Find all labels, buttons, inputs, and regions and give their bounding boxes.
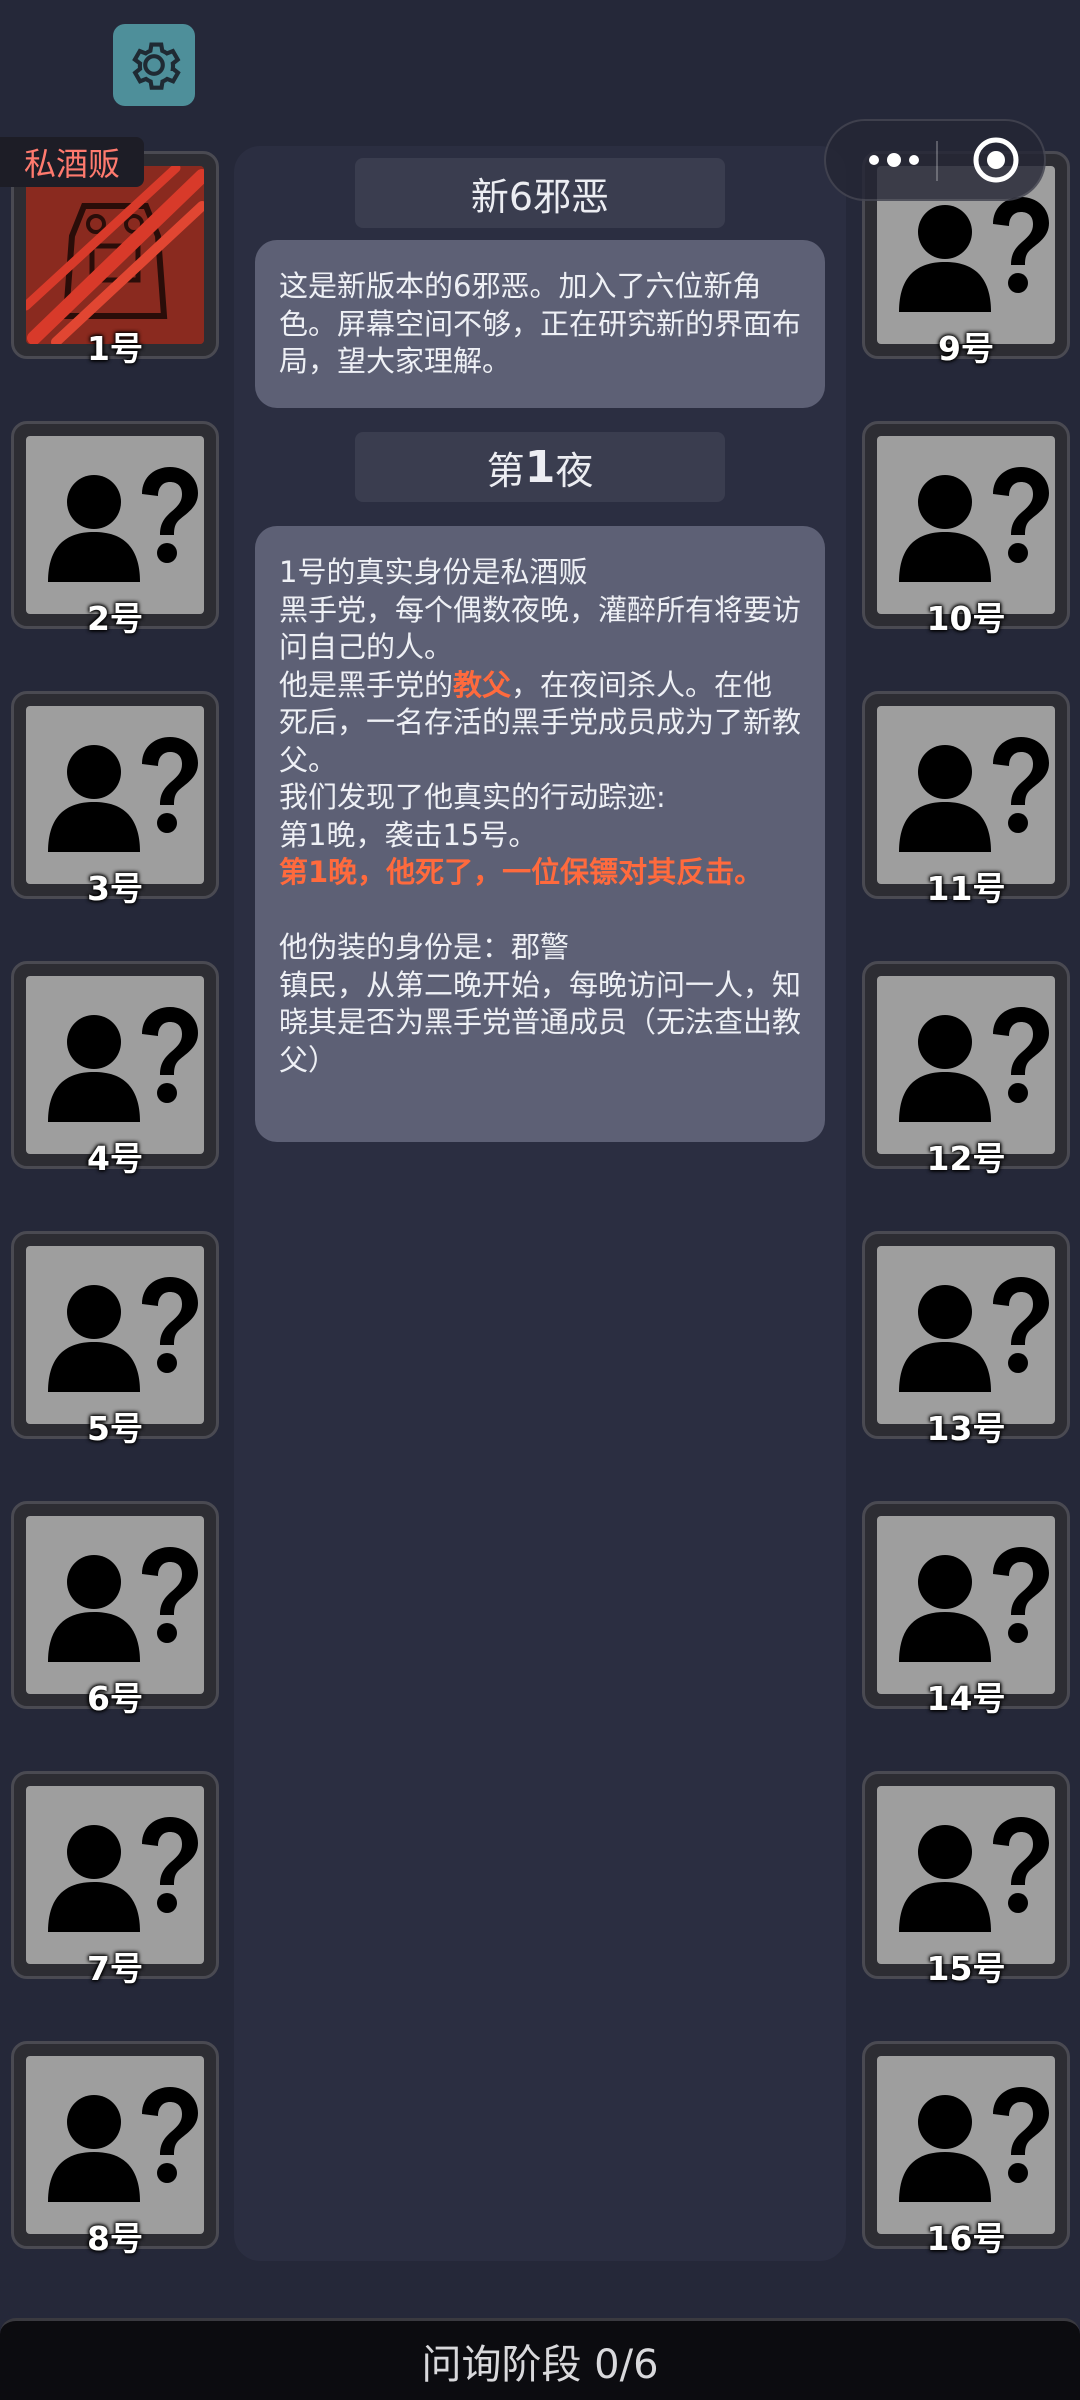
unknown-person-icon bbox=[877, 1786, 1055, 1964]
player-card-15[interactable]: 15号 bbox=[862, 1771, 1070, 1988]
night-text-c: 他伪装的身份是：郡警 镇民，从第二晚开始，每晚访问一人，知晓其是否为黑手党普通成… bbox=[279, 930, 802, 1077]
player-card-13[interactable]: 13号 bbox=[862, 1231, 1070, 1448]
unknown-person-icon bbox=[877, 1516, 1055, 1694]
intro-title-text: 新6邪恶 bbox=[470, 174, 610, 219]
player-card-16[interactable]: 16号 bbox=[862, 2041, 1070, 2258]
unknown-person-icon bbox=[26, 976, 204, 1154]
night-message: 1号的真实身份是私酒贩 黑手党，每个偶数夜晚，灌醉所有将要访问自己的人。 他是黑… bbox=[255, 526, 825, 1142]
unknown-person-icon bbox=[877, 1246, 1055, 1424]
target-circle-icon bbox=[973, 137, 1019, 183]
player-card-10[interactable]: 10号 bbox=[862, 421, 1070, 638]
unknown-person-icon bbox=[26, 1246, 204, 1424]
player-card-5[interactable]: 5号 bbox=[11, 1231, 219, 1448]
unknown-person-icon bbox=[26, 436, 204, 614]
unknown-person-icon bbox=[877, 706, 1055, 884]
miniprogram-capsule bbox=[824, 119, 1046, 201]
player-card-6[interactable]: 6号 bbox=[11, 1501, 219, 1718]
player-number-label: 14号 bbox=[926, 1679, 1006, 1718]
night-title-number: 1 bbox=[524, 441, 556, 493]
night-title-suffix: 夜 bbox=[555, 448, 594, 493]
player-number-label: 5号 bbox=[87, 1409, 143, 1448]
night-title: 第1夜 bbox=[355, 432, 725, 502]
player-number-label: 1号 bbox=[87, 329, 143, 368]
more-button[interactable] bbox=[854, 121, 934, 199]
capsule-divider bbox=[936, 141, 938, 181]
phase-text: 问询阶段 0/6 bbox=[421, 2341, 659, 2388]
player-number-label: 2号 bbox=[87, 599, 143, 638]
player-card-14[interactable]: 14号 bbox=[862, 1501, 1070, 1718]
player-card-8[interactable]: 8号 bbox=[11, 2041, 219, 2258]
unknown-person-icon bbox=[26, 2056, 204, 2234]
role-highlight: 教父 bbox=[453, 667, 512, 702]
player-number-label: 11号 bbox=[926, 869, 1006, 908]
player-number-label: 8号 bbox=[87, 2219, 143, 2258]
intro-title: 新6邪恶 bbox=[355, 158, 725, 228]
player-card-11[interactable]: 11号 bbox=[862, 691, 1070, 908]
intro-text: 这是新版本的6邪恶。加入了六位新角色。屏幕空间不够，正在研究新的界面布局，望大家… bbox=[279, 269, 802, 378]
role-tag: 私酒贩 bbox=[0, 137, 144, 187]
player-card-3[interactable]: 3号 bbox=[11, 691, 219, 908]
player-card-12[interactable]: 12号 bbox=[862, 961, 1070, 1178]
player-number-label: 9号 bbox=[938, 329, 994, 368]
player-number-label: 10号 bbox=[926, 599, 1006, 638]
intro-message: 这是新版本的6邪恶。加入了六位新角色。屏幕空间不够，正在研究新的界面布局，望大家… bbox=[255, 240, 825, 408]
player-number-label: 3号 bbox=[87, 869, 143, 908]
player-number-label: 16号 bbox=[926, 2219, 1006, 2258]
player-number-label: 15号 bbox=[926, 1949, 1006, 1988]
phase-status-bar: 问询阶段 0/6 bbox=[0, 2318, 1080, 2400]
player-number-label: 7号 bbox=[87, 1949, 143, 1988]
unknown-person-icon bbox=[877, 436, 1055, 614]
player-number-label: 13号 bbox=[926, 1409, 1006, 1448]
player-card-7[interactable]: 7号 bbox=[11, 1771, 219, 1988]
close-button[interactable] bbox=[956, 121, 1036, 199]
death-note: 第1晚，他死了，一位保镖对其反击。 bbox=[279, 855, 764, 889]
unknown-person-icon bbox=[877, 976, 1055, 1154]
unknown-person-icon bbox=[26, 1516, 204, 1694]
settings-button[interactable] bbox=[113, 24, 195, 106]
gear-icon bbox=[132, 42, 181, 90]
bootlegger-role-icon bbox=[26, 166, 204, 344]
more-dots-icon bbox=[869, 153, 919, 167]
player-number-label: 4号 bbox=[87, 1139, 143, 1178]
player-number-label: 6号 bbox=[87, 1679, 143, 1718]
player-card-2[interactable]: 2号 bbox=[11, 421, 219, 638]
player-number-label: 12号 bbox=[926, 1139, 1006, 1178]
unknown-person-icon bbox=[26, 706, 204, 884]
night-title-prefix: 第 bbox=[486, 448, 525, 493]
player-card-4[interactable]: 4号 bbox=[11, 961, 219, 1178]
unknown-person-icon bbox=[26, 1786, 204, 1964]
unknown-person-icon bbox=[877, 2056, 1055, 2234]
